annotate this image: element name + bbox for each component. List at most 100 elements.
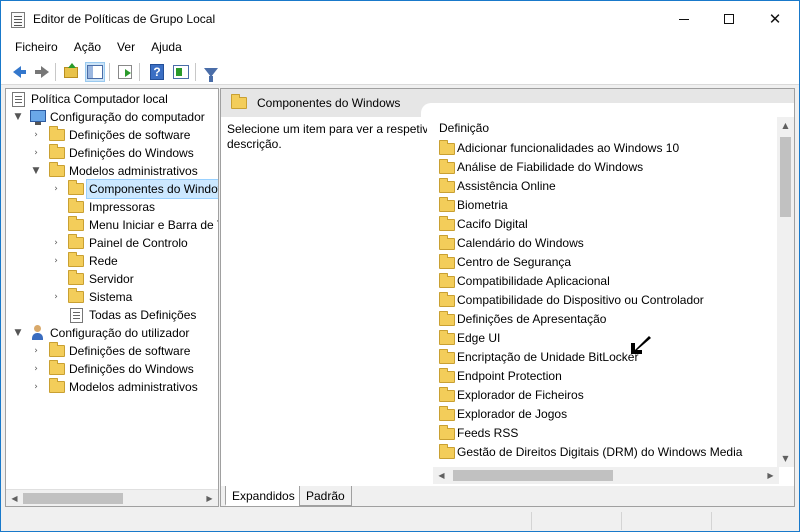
expanded-chevron-icon[interactable]: ▼ <box>30 162 42 180</box>
tree-pane[interactable]: Política Computador local ▼ Configuração… <box>5 88 219 507</box>
folder-icon <box>439 140 455 155</box>
close-button[interactable]: ✕ <box>752 1 798 37</box>
toolbar-separator <box>55 63 56 81</box>
forward-icon <box>35 66 49 78</box>
tree-item-painel-controlo[interactable]: › Painel de Controlo <box>6 234 218 252</box>
folder-icon <box>439 444 455 459</box>
folder-icon <box>439 159 455 174</box>
list-item-label: Feeds RSS <box>457 426 519 440</box>
scroll-left-icon[interactable]: ◀ <box>6 490 23 506</box>
help-icon: ? <box>150 64 164 80</box>
list-item-label: Cacifo Digital <box>457 217 528 231</box>
tree-item-root[interactable]: Política Computador local <box>6 90 218 108</box>
scroll-left-icon[interactable]: ◀ <box>433 467 450 484</box>
collapsed-chevron-icon[interactable]: › <box>30 342 42 360</box>
menu-ver[interactable]: Ver <box>109 37 143 59</box>
folder-icon <box>68 180 84 195</box>
toolbar-separator <box>195 63 196 81</box>
back-icon <box>13 66 26 78</box>
header-curve <box>421 103 794 117</box>
tree-item-servidor[interactable]: Servidor <box>6 270 218 288</box>
tree-item-uc-windows[interactable]: › Definições do Windows <box>6 360 218 378</box>
scroll-right-icon[interactable]: ▶ <box>762 467 779 484</box>
tree-item-sistema[interactable]: › Sistema <box>6 288 218 306</box>
export-list-button[interactable] <box>115 62 135 82</box>
menu-ajuda[interactable]: Ajuda <box>143 37 190 59</box>
tree-horizontal-scrollbar[interactable]: ◀ ▶ <box>6 489 218 506</box>
description-text: Selecione um item para ver a respetiva d… <box>227 122 427 152</box>
expanded-chevron-icon[interactable]: ▼ <box>12 108 24 126</box>
tree-item-label: Política Computador local <box>31 92 168 106</box>
collapsed-chevron-icon[interactable]: › <box>30 360 42 378</box>
tree-item-label: Painel de Controlo <box>89 236 188 250</box>
tree-item-cc-software[interactable]: › Definições de software <box>6 126 218 144</box>
tree-item-uc-software[interactable]: › Definições de software <box>6 342 218 360</box>
list-item-label: Assistência Online <box>457 179 556 193</box>
show-hide-tree-button[interactable] <box>85 62 105 82</box>
help-button[interactable]: ? <box>147 62 167 82</box>
list-vertical-scrollbar[interactable]: ▲ ▼ <box>777 117 794 467</box>
scroll-right-icon[interactable]: ▶ <box>201 490 218 506</box>
minimize-button[interactable] <box>661 1 707 37</box>
scroll-up-icon[interactable]: ▲ <box>777 117 794 134</box>
folder-icon <box>439 292 455 307</box>
tree-item-computer-config[interactable]: ▼ Configuração do computador <box>6 108 218 126</box>
collapsed-chevron-icon[interactable]: › <box>50 252 62 270</box>
collapsed-chevron-icon[interactable]: › <box>50 234 62 252</box>
up-one-level-button[interactable] <box>61 62 81 82</box>
settings-list[interactable]: Definição Adicionar funcionalidades ao W… <box>433 117 794 477</box>
scrollbar-thumb[interactable] <box>23 493 123 504</box>
window-title: Editor de Políticas de Grupo Local <box>33 12 216 26</box>
folder-icon <box>439 254 455 269</box>
list-horizontal-scrollbar[interactable]: ◀ ▶ <box>433 467 779 484</box>
tree-item-menu-iniciar[interactable]: Menu Iniciar e Barra de Tarefas <box>6 216 218 234</box>
folder-icon <box>49 162 65 177</box>
folder-icon <box>439 235 455 250</box>
toolbar: ? <box>1 59 799 85</box>
menu-ficheiro[interactable]: Ficheiro <box>7 37 66 59</box>
toolbar-separator <box>109 63 110 81</box>
tree-item-componentes-windows[interactable]: › Componentes do Windows <box>6 179 218 199</box>
expanded-chevron-icon[interactable]: ▼ <box>12 324 24 342</box>
collapsed-chevron-icon[interactable]: › <box>50 288 62 306</box>
collapsed-chevron-icon[interactable]: › <box>30 126 42 144</box>
up-folder-icon <box>64 62 78 78</box>
list-item-label: Explorador de Jogos <box>457 407 568 421</box>
forward-button[interactable] <box>31 62 51 82</box>
tree-item-cc-admin[interactable]: ▼ Modelos administrativos <box>6 162 218 180</box>
scrollbar-thumb[interactable] <box>453 470 613 481</box>
properties-button[interactable] <box>171 62 191 82</box>
settings-document-icon <box>70 308 83 323</box>
folder-icon <box>68 252 84 267</box>
tree-item-user-config[interactable]: ▼ Configuração do utilizador <box>6 324 218 342</box>
tree-item-impressoras[interactable]: Impressoras <box>6 198 218 216</box>
mouse-pointer-icon <box>631 336 651 354</box>
column-header-definicao[interactable]: Definição <box>439 121 489 135</box>
maximize-button[interactable] <box>706 1 752 37</box>
collapsed-chevron-icon[interactable]: › <box>30 144 42 162</box>
tree-item-label: Definições do Windows <box>69 146 194 160</box>
tab-expandidos[interactable]: Expandidos <box>225 486 302 506</box>
collapsed-chevron-icon[interactable]: › <box>50 180 62 198</box>
folder-icon <box>439 425 455 440</box>
tree-item-uc-admin[interactable]: › Modelos administrativos <box>6 378 218 396</box>
collapsed-chevron-icon[interactable]: › <box>30 378 42 396</box>
back-button[interactable] <box>9 62 29 82</box>
tree-item-cc-windows[interactable]: › Definições do Windows <box>6 144 218 162</box>
filter-button[interactable] <box>201 62 221 82</box>
computer-icon <box>30 110 46 125</box>
tree-item-label: Sistema <box>89 290 133 304</box>
minimize-icon <box>679 18 689 20</box>
close-icon: ✕ <box>768 9 782 28</box>
list-item-label: Centro de Segurança <box>457 255 572 269</box>
menu-acao[interactable]: Ação <box>66 37 109 59</box>
tab-padrao[interactable]: Padrão <box>299 486 352 506</box>
scroll-down-icon[interactable]: ▼ <box>777 450 794 467</box>
tree-item-todas-definicoes[interactable]: Todas as Definições <box>6 306 218 324</box>
scrollbar-thumb[interactable] <box>780 137 791 217</box>
tree-item-label: Componentes do Windows <box>85 179 218 199</box>
tree-item-label: Modelos administrativos <box>69 380 198 394</box>
tree-item-rede[interactable]: › Rede <box>6 252 218 270</box>
properties-icon <box>173 65 189 79</box>
list-item-label: Encriptação de Unidade BitLocker <box>457 350 639 364</box>
